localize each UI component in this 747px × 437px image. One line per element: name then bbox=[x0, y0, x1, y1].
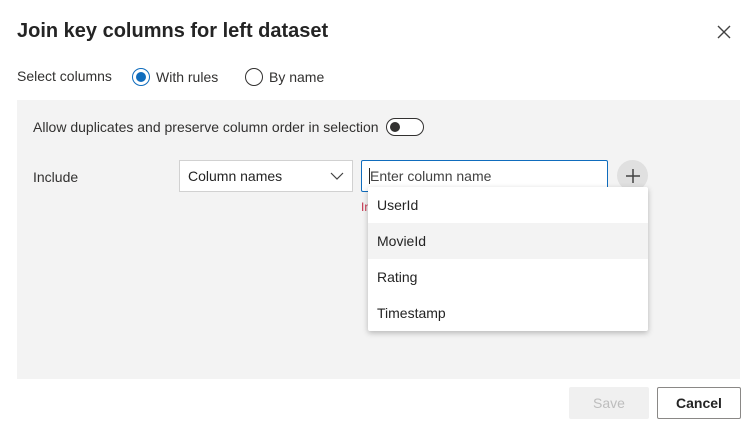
suggestion-item[interactable]: UserId bbox=[368, 187, 648, 223]
close-button[interactable] bbox=[710, 18, 738, 46]
radio-by-name[interactable]: By name bbox=[245, 66, 324, 88]
include-label: Include bbox=[33, 169, 79, 185]
cancel-button[interactable]: Cancel bbox=[657, 387, 741, 419]
column-suggestions-menu: UserId MovieId Rating Timestamp bbox=[368, 187, 648, 331]
toggle-knob bbox=[389, 122, 400, 132]
toggle-row: Allow duplicates and preserve column ord… bbox=[33, 116, 424, 138]
allow-duplicates-toggle[interactable] bbox=[385, 118, 424, 136]
save-button[interactable]: Save bbox=[569, 387, 649, 419]
allow-duplicates-label: Allow duplicates and preserve column ord… bbox=[33, 119, 379, 135]
suggestion-item[interactable]: MovieId bbox=[368, 223, 648, 259]
radio-circle bbox=[245, 68, 263, 86]
select-columns-label: Select columns bbox=[17, 68, 112, 84]
text-caret bbox=[369, 168, 370, 184]
suggestion-item[interactable]: Rating bbox=[368, 259, 648, 295]
close-icon bbox=[717, 25, 731, 39]
chevron-down-icon bbox=[330, 172, 344, 180]
rule-type-dropdown[interactable]: Column names bbox=[179, 160, 353, 192]
dropdown-value: Column names bbox=[188, 168, 283, 184]
dialog-title: Join key columns for left dataset bbox=[17, 20, 329, 42]
select-columns-row: Select columns With rules By name bbox=[17, 66, 717, 88]
radio-dot bbox=[136, 72, 146, 82]
radio-with-rules-label: With rules bbox=[156, 69, 219, 85]
suggestion-item[interactable]: Timestamp bbox=[368, 295, 648, 331]
radio-circle bbox=[132, 68, 150, 86]
plus-icon bbox=[625, 168, 640, 183]
radio-with-rules[interactable]: With rules bbox=[132, 66, 218, 88]
radio-by-name-label: By name bbox=[269, 69, 325, 85]
